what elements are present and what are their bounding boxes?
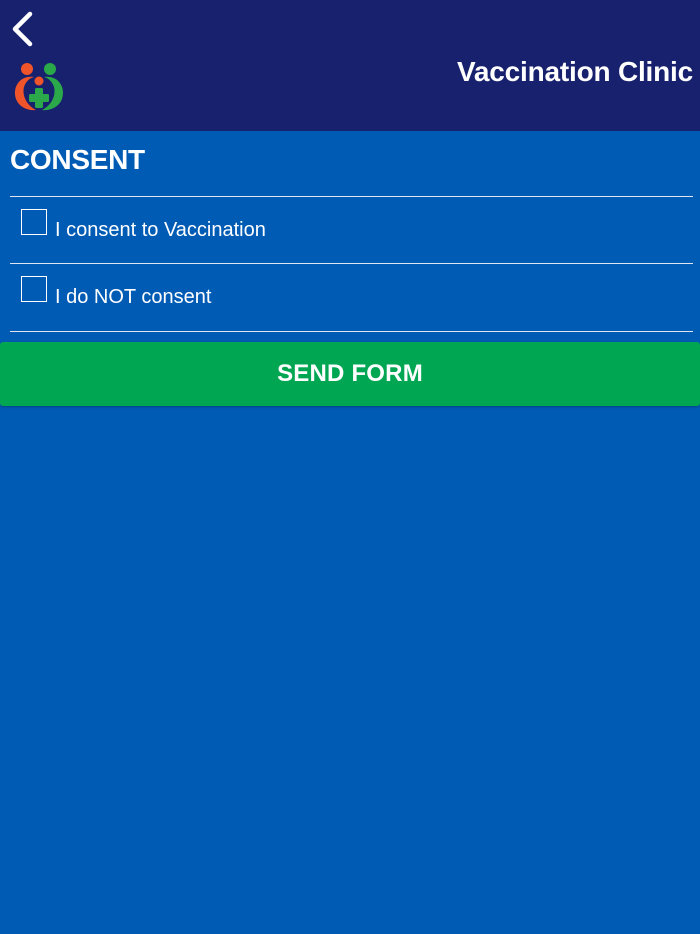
consent-yes-label: I consent to Vaccination — [55, 219, 266, 241]
back-button[interactable] — [6, 8, 38, 50]
consent-form: CONSENT I consent to Vaccination I do NO… — [0, 131, 700, 934]
divider — [10, 331, 693, 332]
consent-yes-checkbox[interactable] — [21, 209, 47, 235]
consent-no-label: I do NOT consent — [55, 286, 212, 308]
section-title: CONSENT — [10, 144, 145, 175]
chevron-left-icon — [12, 11, 33, 47]
app-title: Vaccination Clinic — [456, 56, 693, 87]
consent-no-checkbox[interactable] — [21, 276, 47, 302]
app-header: Vaccination Clinic — [0, 0, 700, 131]
clinic-logo-icon — [10, 57, 68, 113]
consent-option-no[interactable]: I do NOT consent — [10, 264, 693, 330]
send-form-button[interactable]: SEND FORM — [0, 342, 700, 406]
consent-option-yes[interactable]: I consent to Vaccination — [10, 197, 693, 263]
